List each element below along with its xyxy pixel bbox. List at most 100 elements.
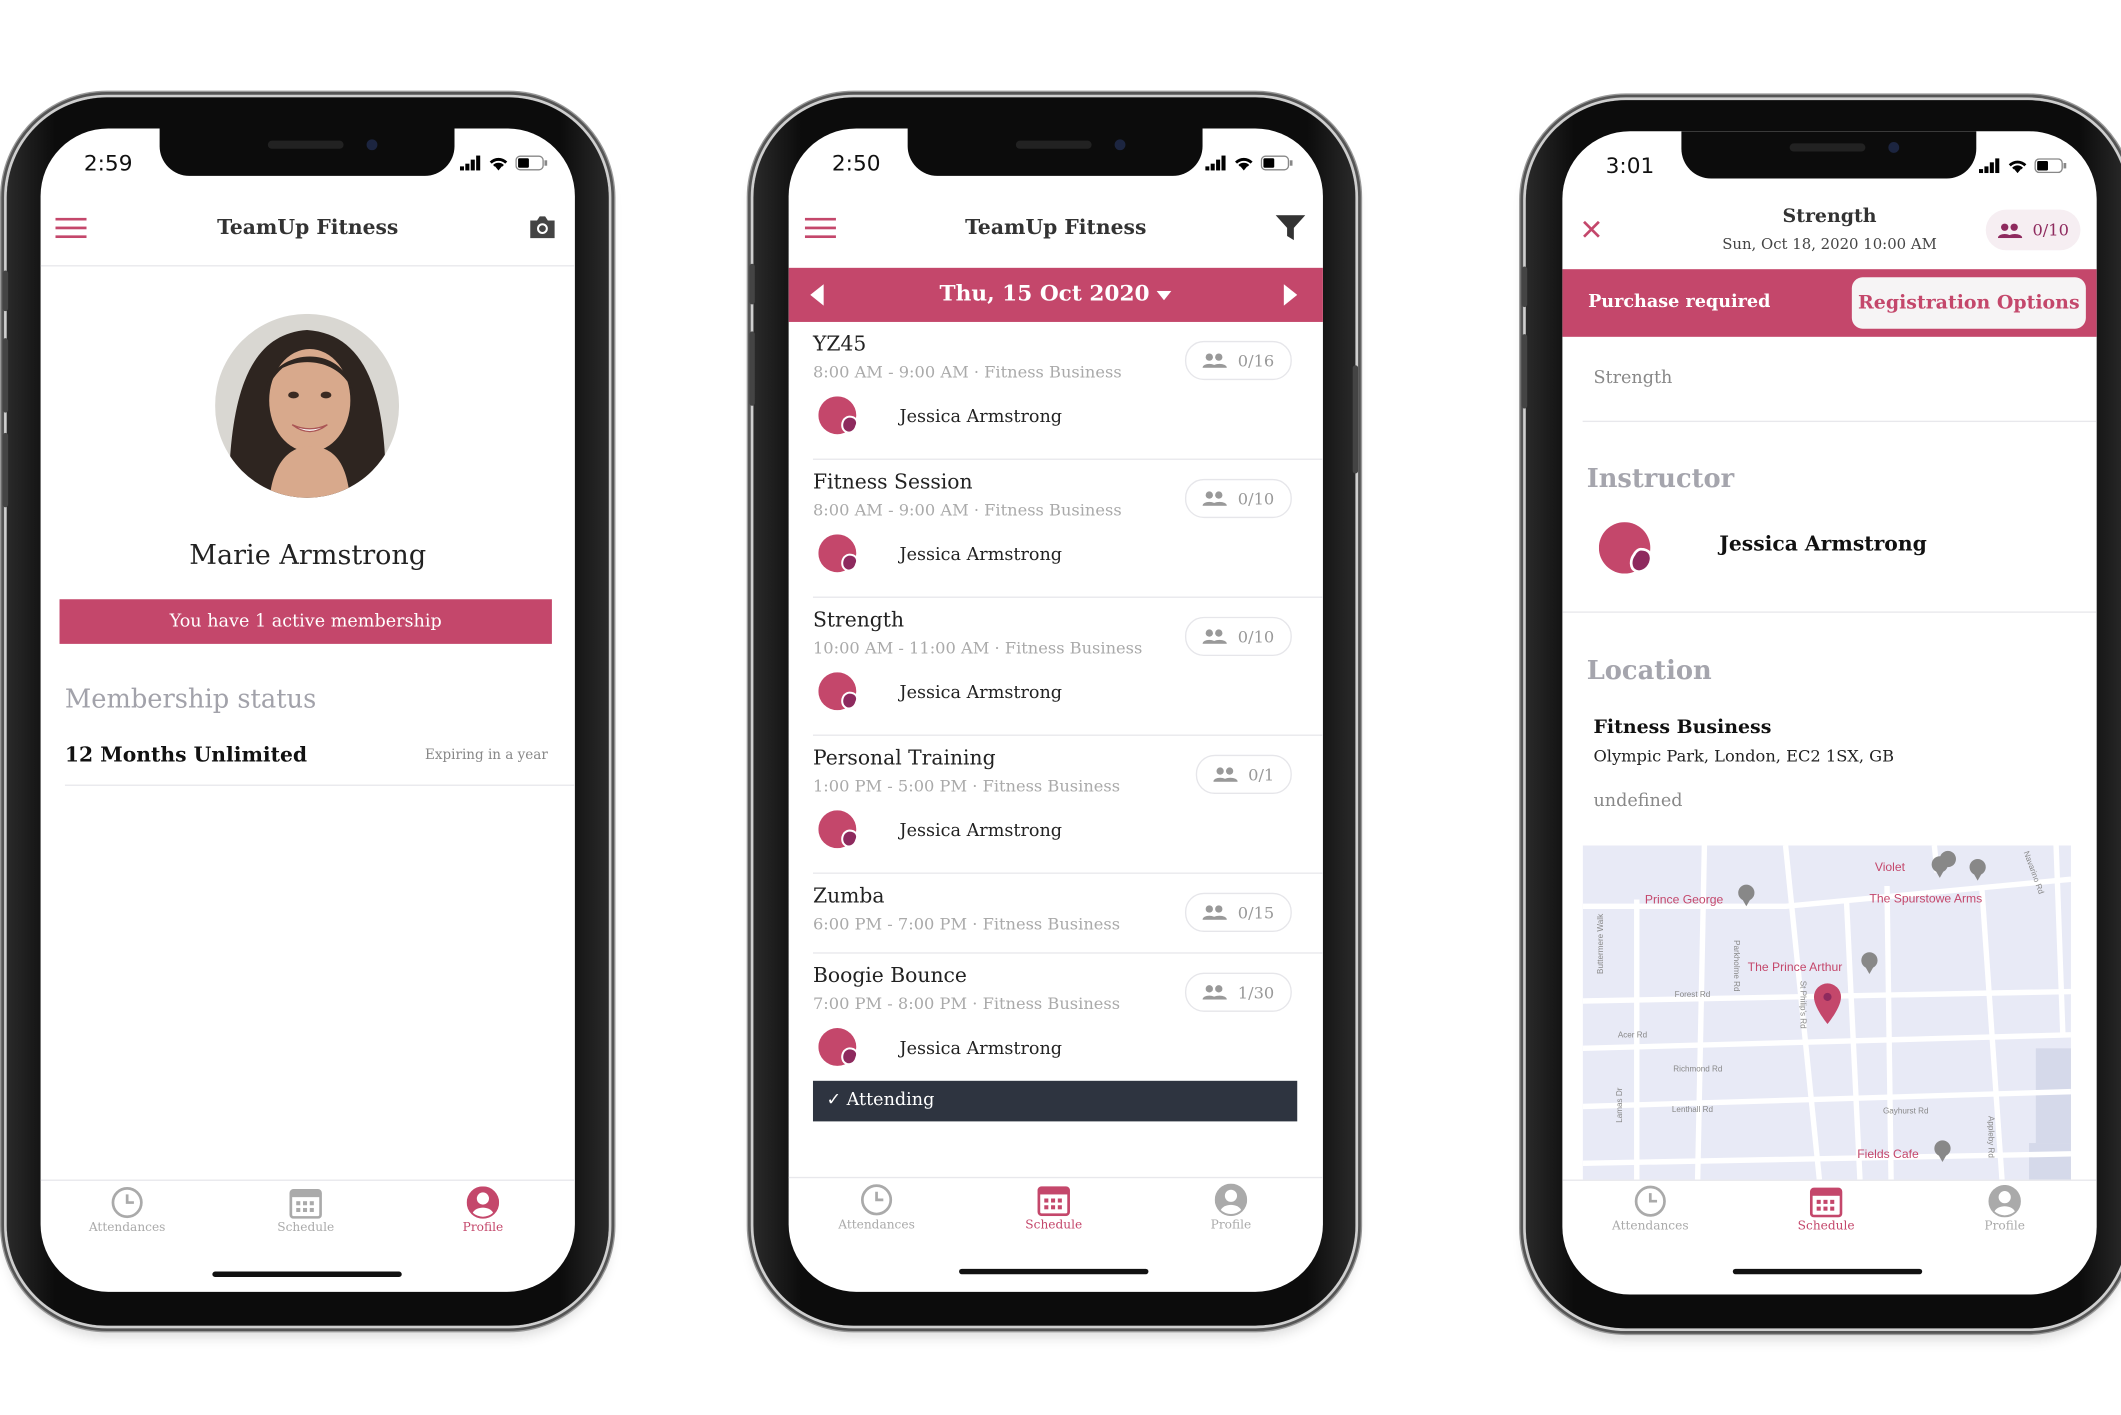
date-bar: Thu, 15 Oct 2020 — [788, 267, 1323, 322]
next-day-arrow-icon[interactable] — [1283, 284, 1298, 306]
user-icon — [1988, 1184, 2021, 1218]
tab-schedule[interactable]: Schedule — [1765, 1185, 1887, 1234]
instructor-heading: Instructor — [1586, 463, 1735, 494]
capacity-badge: 1/30 — [1185, 972, 1292, 1012]
status-time: 3:01 — [1605, 152, 1655, 179]
location-heading: Location — [1586, 656, 1712, 686]
calendar-icon — [1809, 1187, 1843, 1218]
user-icon — [466, 1186, 500, 1219]
event-list-item[interactable]: Boogie Bounce 7:00 PM - 8:00 PM · Fitnes… — [789, 954, 1323, 1081]
instructor-row: Jessica Armstrong — [818, 396, 1062, 437]
capacity-value: 1/30 — [1237, 982, 1275, 1002]
instructor-name: Jessica Armstrong — [899, 1038, 1063, 1059]
instructor-row: Jessica Armstrong — [818, 672, 1062, 713]
people-icon — [1202, 353, 1227, 368]
event-list-item[interactable]: Personal Training 1:00 PM - 5:00 PM · Fi… — [789, 736, 1323, 874]
signal-icon — [1205, 155, 1226, 171]
tab-label: Profile — [1984, 1220, 2025, 1234]
tab-profile[interactable]: Profile — [1170, 1183, 1292, 1233]
notch — [159, 128, 455, 176]
instructor-name[interactable]: Jessica Armstrong — [1719, 532, 1927, 556]
map-street-label: Appleby Rd — [1986, 1116, 1995, 1158]
instructor-name: Jessica Armstrong — [899, 544, 1063, 565]
tab-label: Schedule — [277, 1221, 335, 1236]
map-street-label: St Philip's Rd — [1798, 981, 1807, 1029]
map-street-label: Forest Rd — [1675, 990, 1711, 999]
attending-label: Attending — [846, 1090, 935, 1111]
map-place-label: Violet — [1875, 860, 1906, 874]
tab-label: Profile — [462, 1221, 504, 1236]
capacity-value: 0/10 — [2032, 220, 2069, 240]
people-icon — [1202, 985, 1227, 1000]
event-list-item[interactable]: Zumba 6:00 PM - 7:00 PM · Fitness Busine… — [789, 874, 1323, 954]
map-street-label: Buttermere Walk — [1596, 913, 1605, 974]
registration-options-button[interactable]: Registration Options — [1851, 277, 2086, 329]
tab-attendances[interactable]: Attendances — [1589, 1185, 1711, 1234]
avatar[interactable] — [215, 313, 400, 503]
map-place-label: The Spurstowe Arms — [1869, 891, 1982, 905]
tab-label: Attendances — [1611, 1220, 1689, 1234]
map-street-label: Acer Rd — [1618, 1031, 1647, 1040]
wifi-icon — [2008, 160, 2027, 174]
side-button — [1352, 365, 1359, 474]
instructor-row: Jessica Armstrong — [818, 1028, 1062, 1069]
tab-profile[interactable]: Profile — [1944, 1184, 2066, 1234]
instructor-avatar-icon — [818, 534, 859, 573]
location-name: Fitness Business — [1593, 716, 1772, 739]
event-description: Strength — [1593, 367, 1673, 389]
side-button — [749, 263, 755, 305]
notch — [1681, 131, 1977, 179]
event-title: Zumba — [812, 883, 885, 908]
clock-icon — [1634, 1185, 1666, 1217]
tab-attendances[interactable]: Attendances — [66, 1186, 188, 1235]
membership-name[interactable]: 12 Months Unlimited — [65, 743, 307, 767]
filter-button[interactable] — [1275, 215, 1306, 246]
home-indicator[interactable] — [212, 1271, 402, 1277]
date-picker[interactable]: Thu, 15 Oct 2020 — [789, 280, 1323, 306]
map-street-label: Lenthall Rd — [1672, 1105, 1713, 1114]
event-time: 8:00 AM - 9:00 AM · Fitness Business — [812, 362, 1122, 382]
instructor-avatar-icon — [818, 672, 859, 711]
event-time: 7:00 PM - 8:00 PM · Fitness Business — [812, 994, 1121, 1014]
event-list-item[interactable]: YZ45 8:00 AM - 9:00 AM · Fitness Busines… — [789, 322, 1323, 460]
camera-button[interactable] — [528, 215, 558, 245]
home-indicator[interactable] — [959, 1268, 1149, 1275]
tab-profile[interactable]: Profile — [422, 1186, 544, 1235]
location-map[interactable]: Buttermere Walk Parkholme Rd St Philip's… — [1582, 845, 2071, 1180]
calendar-icon — [1037, 1186, 1070, 1217]
instructor-avatar-icon — [818, 1028, 859, 1066]
app-title: TeamUp Fitness — [965, 215, 1147, 240]
status-icons — [459, 155, 548, 171]
tab-schedule[interactable]: Schedule — [993, 1184, 1115, 1233]
people-icon — [1202, 629, 1227, 644]
schedule-screen: 2:50 TeamUp Fitness Thu, 15 Oct 2020 YZ4… — [788, 128, 1323, 1292]
signal-icon — [459, 155, 481, 171]
event-list-item[interactable]: Fitness Session 8:00 AM - 9:00 AM · Fitn… — [789, 460, 1323, 598]
instructor-row: Jessica Armstrong — [818, 534, 1062, 575]
people-icon — [1202, 905, 1227, 920]
event-title: Personal Training — [812, 745, 996, 770]
tab-label: Attendances — [88, 1221, 166, 1236]
home-indicator[interactable] — [1732, 1268, 1923, 1275]
caret-down-icon — [1157, 290, 1173, 301]
attending-status-bar: ✓ Attending — [812, 1080, 1298, 1122]
capacity-badge: 0/15 — [1185, 892, 1292, 933]
tab-label: Profile — [1210, 1218, 1252, 1233]
notch — [907, 128, 1203, 176]
people-icon — [1212, 767, 1238, 782]
people-icon — [1997, 222, 2022, 238]
event-list-item[interactable]: Strength 10:00 AM - 11:00 AM · Fitness B… — [789, 598, 1323, 736]
map-place-label: Prince George — [1645, 893, 1724, 907]
membership-banner[interactable]: You have 1 active membership — [59, 599, 552, 644]
tab-label: Schedule — [1025, 1218, 1083, 1233]
tab-attendances[interactable]: Attendances — [816, 1184, 938, 1232]
event-time: 10:00 AM - 11:00 AM · Fitness Business — [812, 638, 1143, 658]
tab-schedule[interactable]: Schedule — [245, 1186, 367, 1235]
people-icon — [1202, 491, 1227, 506]
instructor-name: Jessica Armstrong — [899, 406, 1063, 427]
instructor-name: Jessica Armstrong — [899, 682, 1063, 703]
wifi-icon — [1235, 157, 1253, 171]
map-place-label: Fields Cafe — [1857, 1147, 1919, 1161]
battery-icon — [1260, 155, 1293, 171]
side-button — [2, 432, 9, 508]
